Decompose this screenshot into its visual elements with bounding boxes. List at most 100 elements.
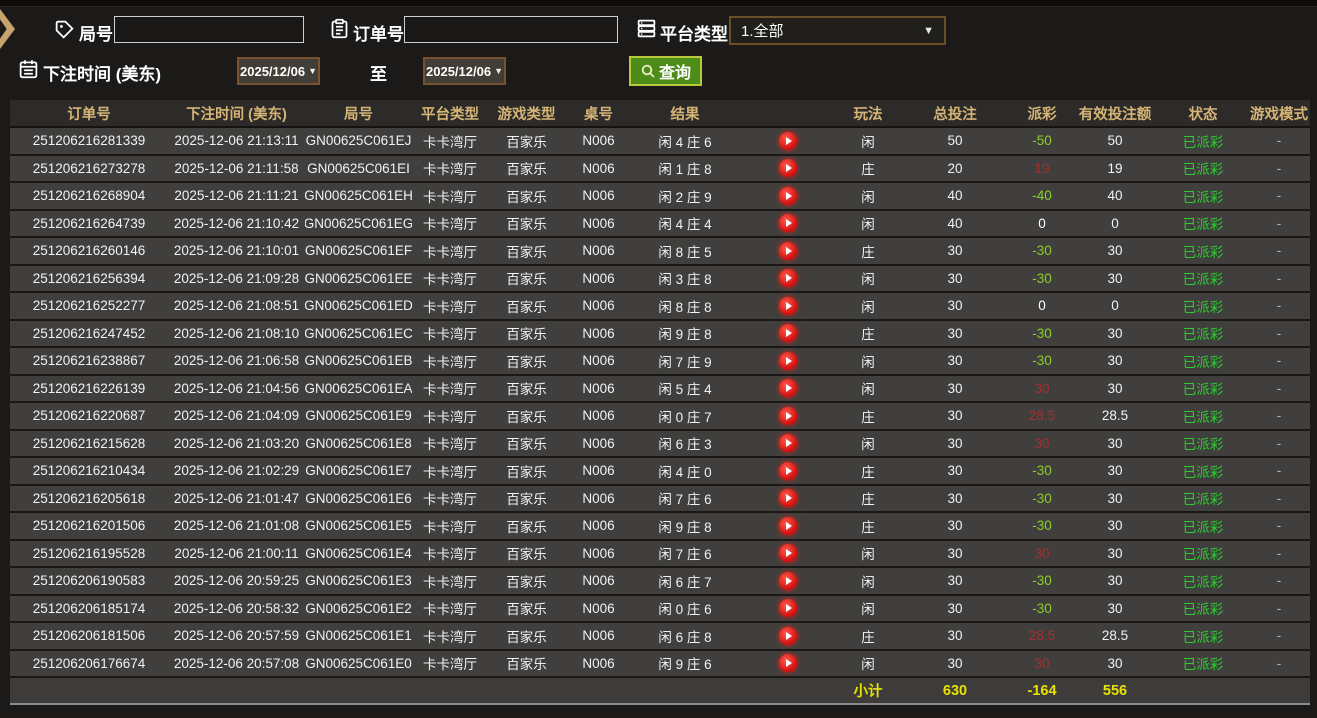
result-cell: 闲 7 庄 9 [658,354,712,370]
play-replay-button[interactable] [779,461,797,480]
order-no-cell: 251206216210434 [32,463,146,479]
play-replay-button[interactable] [779,654,797,673]
table-row: 251206216260146 2025-12-06 21:10:01 GN0062… [10,238,1310,266]
play-cell [738,183,838,209]
date-range-to-label: 至 [370,65,387,84]
valid-bet-cell: 0 [1111,298,1119,314]
payout-cell: 28.5 [1028,408,1056,424]
result-cell: 闲 9 庄 8 [658,327,712,343]
date-from-picker[interactable]: 2025/12/06 ▼ [237,57,320,85]
platform-cell: 卡卡湾厅 [423,382,477,398]
play-cell [738,568,838,594]
table-row: 251206216268904 2025-12-06 21:11:21 GN0062… [10,183,1310,211]
game-mode-cell: - [1276,380,1282,396]
play-cell [738,541,838,567]
total-bet-cell: 50 [947,133,963,149]
play-replay-button[interactable] [779,296,797,315]
play-cell [738,596,838,622]
order-no-cell: 251206216226139 [32,380,146,396]
play-replay-button[interactable] [779,571,797,590]
valid-bet-cell: 30 [1107,270,1123,286]
subtotal-valid-bet: 556 [1102,682,1128,699]
table-row: 251206216281339 2025-12-06 21:13:11 GN0062… [10,128,1310,156]
status-cell: 已派彩 [1182,547,1224,563]
payout-cell: 30 [1034,380,1050,396]
table-row: 251206216226139 2025-12-06 21:04:56 GN0062… [10,375,1310,403]
chevron-down-icon: ▼ [308,66,317,76]
game-no-cell: GN00625C061EJ [305,133,412,149]
total-bet-cell: 30 [947,655,963,671]
query-button[interactable]: 查询 [629,56,702,86]
table-row: 251206216264739 2025-12-06 21:10:42 GN0062… [10,210,1310,238]
play-replay-button[interactable] [779,599,797,618]
result-cell: 闲 0 庄 7 [658,409,712,425]
total-bet-cell: 40 [947,188,963,204]
game-mode-cell: - [1276,655,1282,671]
order-no-cell: 251206216247452 [32,325,146,341]
valid-bet-cell: 40 [1107,188,1123,204]
subtotal-row: 小计 630 -164 556 [10,678,1310,705]
platform-type-select[interactable]: 1.全部 ▼ [729,16,946,45]
bet-time-cell: 2025-12-06 21:08:10 [173,325,300,341]
play-replay-button[interactable] [779,351,797,370]
total-bet-cell: 30 [947,545,963,561]
play-cell [738,486,838,512]
result-cell: 闲 4 庄 0 [658,464,712,480]
table-no-cell: N006 [582,408,615,424]
total-bet-cell: 30 [947,490,963,506]
play-replay-button[interactable] [779,544,797,563]
game-mode-cell: - [1276,518,1282,534]
status-cell: 已派彩 [1182,217,1224,233]
result-cell: 闲 0 庄 6 [658,602,712,618]
order-no-input[interactable] [404,16,618,43]
platform-cell: 卡卡湾厅 [423,134,477,150]
play-type-cell: 庄 [861,162,875,178]
table-no-cell: N006 [582,325,615,341]
table-no-cell: N006 [582,243,615,259]
play-replay-button[interactable] [779,489,797,508]
table-row: 251206206176674 2025-12-06 20:57:08 GN0062… [10,650,1310,678]
column-header: 局号 [344,106,373,123]
valid-bet-cell: 30 [1107,463,1123,479]
play-replay-button[interactable] [779,131,797,150]
platform-cell: 卡卡湾厅 [423,162,477,178]
play-type-cell: 闲 [861,272,875,288]
play-replay-button[interactable] [779,434,797,453]
payout-cell: -30 [1032,243,1052,259]
play-replay-button[interactable] [779,241,797,260]
game-mode-cell: - [1276,325,1282,341]
table-no-cell: N006 [582,655,615,671]
table-no-cell: N006 [582,270,615,286]
game-type-cell: 百家乐 [506,492,547,508]
play-replay-button[interactable] [779,516,797,535]
game-no-input[interactable] [114,16,304,43]
table-no-cell: N006 [582,518,615,534]
bet-time-cell: 2025-12-06 21:11:58 [174,160,299,176]
date-to-picker[interactable]: 2025/12/06 ▼ [423,57,506,85]
platform-cell: 卡卡湾厅 [423,602,477,618]
play-replay-button[interactable] [779,324,797,343]
play-replay-button[interactable] [779,379,797,398]
column-header: 下注时间 (美东) [186,106,287,123]
game-mode-cell: - [1276,435,1282,451]
play-replay-button[interactable] [779,626,797,645]
play-cell [738,376,838,402]
play-replay-button[interactable] [779,406,797,425]
subtotal-label: 小计 [853,684,883,700]
game-no-cell: GN00625C061EF [305,243,412,259]
play-replay-button[interactable] [779,186,797,205]
play-replay-button[interactable] [779,269,797,288]
bet-time-label: 下注时间 (美东) [43,65,162,84]
play-replay-button[interactable] [779,214,797,233]
platform-cell: 卡卡湾厅 [423,217,477,233]
game-type-cell: 百家乐 [506,574,547,590]
payout-cell: -50 [1032,133,1052,149]
play-cell [738,513,838,539]
valid-bet-cell: 30 [1107,545,1123,561]
total-bet-cell: 30 [947,270,963,286]
chevron-down-icon: ▼ [923,24,934,37]
play-replay-button[interactable] [779,159,797,178]
game-mode-cell: - [1276,490,1282,506]
play-cell [738,293,838,319]
platform-cell: 卡卡湾厅 [423,354,477,370]
